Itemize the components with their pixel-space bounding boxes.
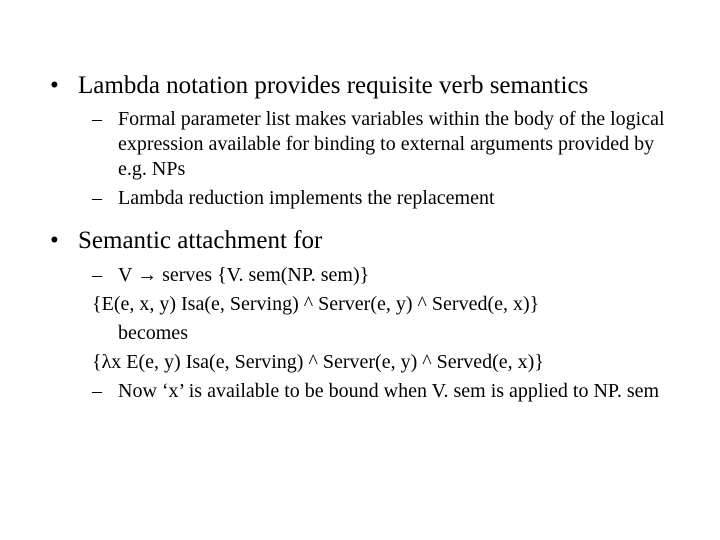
slide-body: • Lambda notation provides requisite ver… <box>0 0 720 540</box>
bullet-dot-icon: • <box>50 225 78 256</box>
bullet-dash-icon: – <box>92 186 118 211</box>
becomes-line: becomes <box>118 321 680 346</box>
bullet-text: Lambda reduction implements the replacem… <box>118 186 680 211</box>
bullet-dot-icon: • <box>50 70 78 101</box>
bullet-level1: • Lambda notation provides requisite ver… <box>50 70 680 101</box>
bullet-level1: • Semantic attachment for <box>50 225 680 256</box>
bullet-level2: – V → serves {V. sem(NP. sem)} <box>92 263 680 288</box>
bullet-dash-icon: – <box>92 263 118 288</box>
expression-line: {λx E(e, y) Isa(e, Serving) ^ Server(e, … <box>92 350 680 375</box>
bullet-level2: – Formal parameter list makes variables … <box>92 107 680 182</box>
bullet-level2: – Now ‘x’ is available to be bound when … <box>92 379 680 404</box>
bullet-text: V → serves {V. sem(NP. sem)} <box>118 263 680 288</box>
bullet-text: Formal parameter list makes variables wi… <box>118 107 680 182</box>
bullet-text: Lambda notation provides requisite verb … <box>78 70 680 101</box>
bullet-dash-icon: – <box>92 379 118 404</box>
bullet-level2: – Lambda reduction implements the replac… <box>92 186 680 211</box>
bullet-text: Now ‘x’ is available to be bound when V.… <box>118 379 680 404</box>
expression-line: {E(e, x, y) Isa(e, Serving) ^ Server(e, … <box>92 292 680 317</box>
bullet-text: Semantic attachment for <box>78 225 680 256</box>
bullet-dash-icon: – <box>92 107 118 132</box>
spacer <box>50 215 680 225</box>
